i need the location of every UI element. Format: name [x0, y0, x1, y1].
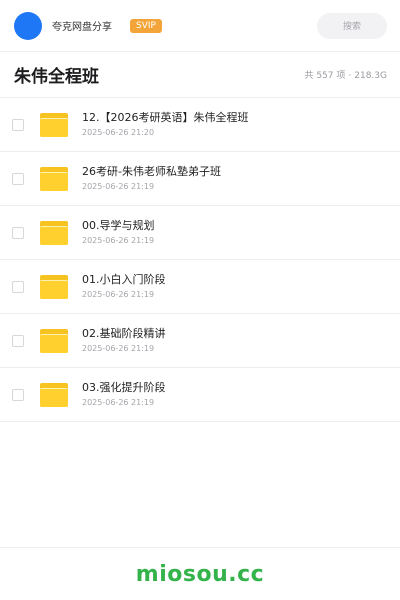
select-checkbox[interactable] [12, 226, 24, 239]
folder-icon [40, 382, 68, 407]
file-row[interactable]: 03.强化提升阶段 2025-06-26 21:19 [0, 368, 400, 422]
file-row[interactable]: 02.基础阶段精讲 2025-06-26 21:19 [0, 314, 400, 368]
item-count: 共 557 项 [304, 71, 346, 81]
file-name[interactable]: 12.【2026考研英语】朱伟全程班 [82, 111, 249, 125]
file-date: 2025-06-26 21:19 [82, 344, 155, 353]
folder-icon [40, 112, 68, 137]
file-name[interactable]: 26考研-朱伟老师私塾弟子班 [82, 165, 221, 179]
avatar[interactable] [14, 11, 42, 40]
file-date: 2025-06-26 21:19 [82, 182, 155, 191]
file-row[interactable]: 00.导学与规划 2025-06-26 21:19 [0, 206, 400, 260]
total-size: 218.3G [354, 71, 387, 81]
file-info: 12.【2026考研英语】朱伟全程班 2025-06-26 21:20 [82, 111, 249, 138]
file-list: 12.【2026考研英语】朱伟全程班 2025-06-26 21:20 26考研… [0, 98, 400, 422]
file-date: 2025-06-26 21:20 [82, 128, 155, 137]
file-row[interactable]: 26考研-朱伟老师私塾弟子班 2025-06-26 21:19 [0, 152, 400, 206]
file-date: 2025-06-26 21:19 [82, 290, 155, 299]
folder-icon [40, 166, 68, 191]
file-info: 00.导学与规划 2025-06-26 21:19 [82, 219, 155, 246]
file-name[interactable]: 00.导学与规划 [82, 219, 155, 233]
site-watermark: miosou.cc [135, 561, 265, 587]
file-name[interactable]: 02.基础阶段精讲 [82, 327, 166, 341]
select-checkbox[interactable] [12, 172, 24, 185]
share-summary: 共 557 项 · 218.3G [304, 68, 387, 81]
select-checkbox[interactable] [12, 334, 24, 347]
select-checkbox[interactable] [12, 388, 24, 401]
file-date: 2025-06-26 21:19 [82, 398, 155, 407]
file-name[interactable]: 01.小白入门阶段 [82, 273, 166, 287]
top-bar: 夸克网盘分享 SVIP 搜索 [0, 0, 400, 52]
footer: miosou.cc [0, 547, 400, 600]
file-name[interactable]: 03.强化提升阶段 [82, 381, 166, 395]
file-info: 02.基础阶段精讲 2025-06-26 21:19 [82, 327, 166, 354]
select-checkbox[interactable] [12, 118, 24, 131]
folder-icon [40, 220, 68, 245]
file-info: 03.强化提升阶段 2025-06-26 21:19 [82, 381, 166, 408]
file-date: 2025-06-26 21:19 [82, 236, 155, 245]
username: 夸克网盘分享 [52, 22, 112, 33]
select-checkbox[interactable] [12, 280, 24, 293]
file-info: 01.小白入门阶段 2025-06-26 21:19 [82, 273, 166, 300]
file-row[interactable]: 01.小白入门阶段 2025-06-26 21:19 [0, 260, 400, 314]
file-row[interactable]: 12.【2026考研英语】朱伟全程班 2025-06-26 21:20 [0, 98, 400, 152]
file-info: 26考研-朱伟老师私塾弟子班 2025-06-26 21:19 [82, 165, 221, 192]
folder-icon [40, 328, 68, 353]
summary-separator: · [348, 71, 352, 81]
title-row: 朱伟全程班 共 557 项 · 218.3G [0, 52, 400, 98]
search-label: 搜索 [342, 22, 361, 32]
page-title: 朱伟全程班 [14, 67, 99, 87]
vip-badge: SVIP [130, 18, 162, 33]
search-button[interactable]: 搜索 [317, 12, 387, 39]
folder-icon [40, 274, 68, 299]
